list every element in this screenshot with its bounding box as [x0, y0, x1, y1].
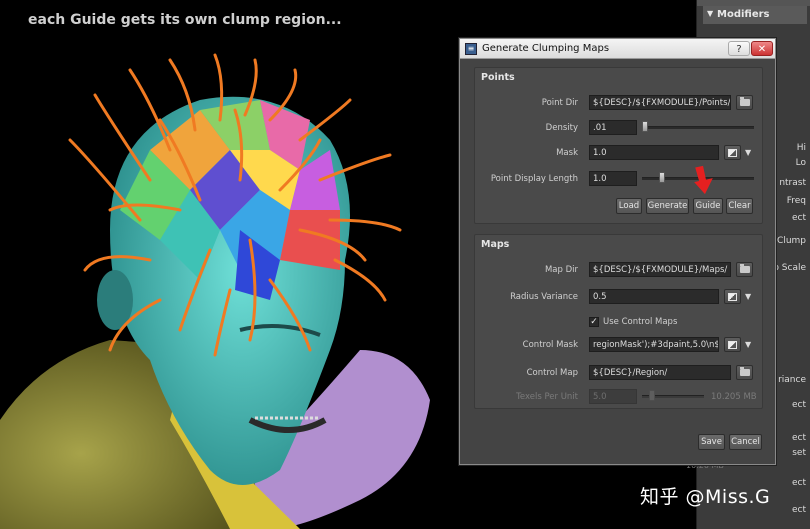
map-dir-input[interactable]: ${DESC}/${FXMODULE}/Maps/ [589, 262, 731, 277]
points-section: Points Point Dir ${DESC}/${FXMODULE}/Poi… [474, 67, 763, 224]
control-map-label: Control Map [526, 368, 578, 378]
radius-variance-label: Radius Variance [510, 292, 578, 302]
use-control-maps-checkbox[interactable]: ✓ [589, 317, 599, 327]
save-button[interactable]: Save [698, 434, 725, 450]
modifiers-header[interactable]: Modifiers [703, 6, 807, 24]
mask-dropdown-icon[interactable]: ▼ [745, 148, 751, 157]
close-button[interactable]: ✕ [751, 41, 773, 56]
texels-memory-value: 10.205 MB [711, 392, 757, 402]
control-map-input[interactable]: ${DESC}/Region/ [589, 365, 731, 380]
density-label: Density [545, 123, 578, 133]
point-dir-input[interactable]: ${DESC}/${FXMODULE}/Points/ [589, 95, 731, 110]
panel-row: Clump [777, 236, 806, 246]
app-icon: ≡ [465, 43, 477, 55]
folder-icon [739, 367, 750, 376]
panel-row: ntrast [779, 178, 806, 188]
point-dir-label: Point Dir [541, 98, 578, 108]
mask-label: Mask [556, 148, 578, 158]
panel-row: Freq [786, 196, 806, 206]
load-button[interactable]: Load [616, 198, 642, 214]
point-dir-browse-button[interactable] [736, 95, 753, 110]
guide-button[interactable]: Guide [693, 198, 723, 214]
texels-per-unit-label: Texels Per Unit [516, 392, 578, 402]
density-slider-handle[interactable] [642, 121, 648, 132]
panel-row: Hi [796, 143, 806, 153]
control-mask-dropdown-icon[interactable]: ▼ [745, 340, 751, 349]
help-button[interactable]: ? [728, 41, 750, 56]
mask-input[interactable]: 1.0 [589, 145, 719, 160]
point-display-length-label: Point Display Length [490, 174, 578, 184]
generate-clumping-maps-dialog: ≡ Generate Clumping Maps ? ✕ Points Poin… [459, 38, 776, 465]
control-mask-label: Control Mask [522, 340, 578, 350]
map-icon [728, 341, 737, 349]
maps-section: Maps Map Dir ${DESC}/${FXMODULE}/Maps/ R… [474, 234, 763, 409]
folder-icon [739, 264, 750, 273]
radius-variance-input[interactable]: 0.5 [589, 289, 719, 304]
dialog-title: Generate Clumping Maps [482, 43, 610, 54]
viewport-caption: each Guide gets its own clump region... [28, 12, 342, 28]
watermark: 知乎 @Miss.G [640, 486, 771, 508]
dialog-titlebar[interactable]: ≡ Generate Clumping Maps ? ✕ [460, 39, 775, 59]
texels-per-unit-input: 5.0 [589, 389, 637, 404]
texels-slider-handle [649, 390, 655, 401]
radius-variance-dropdown-icon[interactable]: ▼ [745, 292, 751, 301]
density-slider-track[interactable] [642, 126, 754, 129]
clear-button[interactable]: Clear [726, 198, 753, 214]
use-control-maps-label: Use Control Maps [603, 317, 678, 327]
cancel-button[interactable]: Cancel [729, 434, 762, 450]
map-icon [728, 293, 737, 301]
panel-row: Lo [795, 158, 806, 168]
control-map-browse-button[interactable] [736, 365, 753, 380]
display-length-slider-handle[interactable] [659, 172, 665, 183]
panel-row: riance [778, 375, 806, 385]
map-dir-label: Map Dir [544, 265, 578, 275]
panel-row: ect [791, 433, 806, 443]
point-display-length-input[interactable]: 1.0 [589, 171, 637, 186]
control-mask-input[interactable]: regionMask');#3dpaint,5.0\n$a\n [589, 337, 719, 352]
generate-button[interactable]: Generate [646, 198, 689, 214]
panel-row: ect [791, 478, 806, 488]
radius-variance-map-button[interactable] [724, 289, 741, 304]
mask-map-button[interactable] [724, 145, 741, 160]
panel-row: p Scale [773, 263, 806, 273]
control-mask-map-button[interactable] [724, 337, 741, 352]
map-dir-browse-button[interactable] [736, 262, 753, 277]
density-input[interactable]: .01 [589, 120, 637, 135]
panel-row: set [792, 448, 806, 458]
panel-row: ect [791, 213, 806, 223]
points-section-title: Points [481, 72, 515, 83]
panel-row: ect [791, 400, 806, 410]
folder-icon [739, 97, 750, 106]
red-pointer-arrow-icon [694, 165, 713, 195]
panel-row: ect [791, 505, 806, 515]
map-icon [728, 149, 737, 157]
maps-section-title: Maps [481, 239, 510, 250]
